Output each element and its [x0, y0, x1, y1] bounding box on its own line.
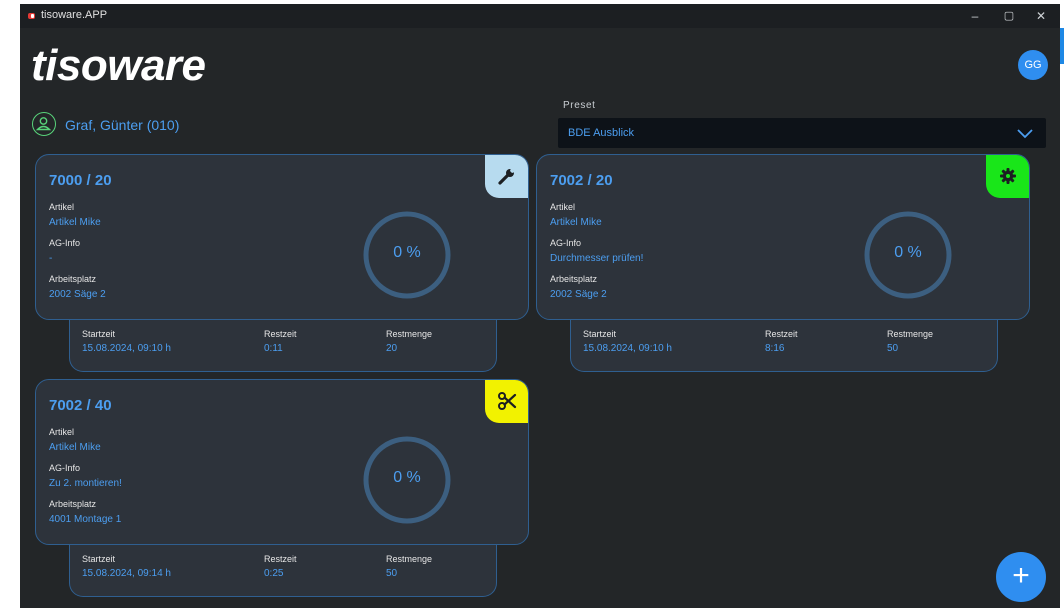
operation-type-badge	[485, 155, 528, 198]
restzeit-value: 0:11	[264, 343, 283, 354]
restzeit-label: Restzeit	[765, 329, 798, 339]
arbeitsplatz-value: 2002 Säge 2	[49, 289, 106, 300]
artikel-value: Artikel Mike	[49, 442, 101, 453]
preset-select[interactable]: BDE Ausblick	[558, 118, 1046, 148]
operation-type-badge	[485, 380, 528, 423]
job-details-panel: Startzeit 15.08.2024, 09:10 h Restzeit 8…	[570, 320, 998, 372]
artikel-label: Artikel	[550, 202, 576, 212]
artikel-value: Artikel Mike	[550, 217, 602, 228]
progress-ring: 0 %	[362, 210, 452, 300]
restmenge-label: Restmenge	[386, 329, 433, 339]
restzeit-value: 0:25	[264, 568, 284, 579]
gear-icon	[1000, 168, 1016, 184]
preset-label: Preset	[563, 100, 596, 111]
startzeit-value: 15.08.2024, 09:10 h	[82, 343, 171, 354]
user-icon	[32, 112, 56, 136]
ag-info-value: Durchmesser prüfen!	[550, 253, 644, 264]
progress-value: 0 %	[894, 244, 922, 261]
startzeit-label: Startzeit	[583, 329, 617, 339]
preset-value: BDE Ausblick	[568, 127, 635, 139]
restmenge-label: Restmenge	[386, 554, 433, 564]
job-card[interactable]: 7002 / 20 Artikel Artikel Mike AG-Info D…	[536, 154, 1030, 320]
window-title: tisoware.APP	[41, 9, 108, 21]
ag-info-label: AG-Info	[49, 238, 81, 248]
ag-info-value: -	[49, 253, 53, 264]
artikel-label: Artikel	[49, 427, 75, 437]
ag-info-label: AG-Info	[49, 463, 81, 473]
startzeit-value: 15.08.2024, 09:10 h	[583, 343, 672, 354]
progress-ring: 0 %	[863, 210, 953, 300]
arbeitsplatz-label: Arbeitsplatz	[49, 274, 97, 284]
artikel-label: Artikel	[49, 202, 75, 212]
startzeit-label: Startzeit	[82, 554, 116, 564]
user-name[interactable]: Graf, Günter (010)	[65, 117, 179, 133]
restmenge-value: 50	[386, 568, 398, 579]
add-button[interactable]: +	[996, 552, 1046, 602]
startzeit-label: Startzeit	[82, 329, 116, 339]
restzeit-label: Restzeit	[264, 554, 297, 564]
app-window: tisoware.APP – ▢ ✕ tisoware GG Graf, Gün…	[20, 4, 1060, 608]
arbeitsplatz-value: 4001 Montage 1	[49, 514, 122, 525]
job-details-panel: Startzeit 15.08.2024, 09:10 h Restzeit 0…	[69, 320, 497, 372]
ag-info-value: Zu 2. montieren!	[49, 478, 122, 489]
progress-value: 0 %	[393, 244, 421, 261]
restzeit-label: Restzeit	[264, 329, 297, 339]
job-card[interactable]: 7000 / 20 Artikel Artikel Mike AG-Info -…	[35, 154, 529, 320]
ag-info-label: AG-Info	[550, 238, 582, 248]
progress-value: 0 %	[393, 469, 421, 486]
app-logo: tisoware	[31, 41, 206, 90]
startzeit-value: 15.08.2024, 09:14 h	[82, 568, 171, 579]
progress-ring: 0 %	[362, 435, 452, 525]
job-title: 7002 / 40	[49, 397, 112, 414]
scissors-icon	[498, 392, 517, 410]
arbeitsplatz-label: Arbeitsplatz	[49, 499, 97, 509]
job-title: 7002 / 20	[550, 172, 613, 189]
job-card[interactable]: 7002 / 40 Artikel Artikel Mike AG-Info Z…	[35, 379, 529, 545]
title-bar: tisoware.APP – ▢ ✕	[20, 4, 1060, 28]
restzeit-value: 8:16	[765, 343, 785, 354]
minimize-button[interactable]: –	[960, 6, 990, 26]
operation-type-badge	[986, 155, 1029, 198]
maximize-button[interactable]: ▢	[994, 6, 1024, 26]
app-icon	[28, 13, 35, 19]
close-button[interactable]: ✕	[1026, 6, 1056, 26]
restmenge-label: Restmenge	[887, 329, 934, 339]
artikel-value: Artikel Mike	[49, 217, 101, 228]
window-edge-accent	[1060, 28, 1064, 64]
restmenge-value: 50	[887, 343, 899, 354]
job-title: 7000 / 20	[49, 172, 112, 189]
avatar[interactable]: GG	[1018, 50, 1048, 80]
arbeitsplatz-value: 2002 Säge 2	[550, 289, 607, 300]
job-details-panel: Startzeit 15.08.2024, 09:14 h Restzeit 0…	[69, 545, 497, 597]
chevron-down-icon	[1017, 129, 1033, 139]
restmenge-value: 20	[386, 343, 398, 354]
arbeitsplatz-label: Arbeitsplatz	[550, 274, 598, 284]
wrench-icon	[498, 168, 515, 185]
